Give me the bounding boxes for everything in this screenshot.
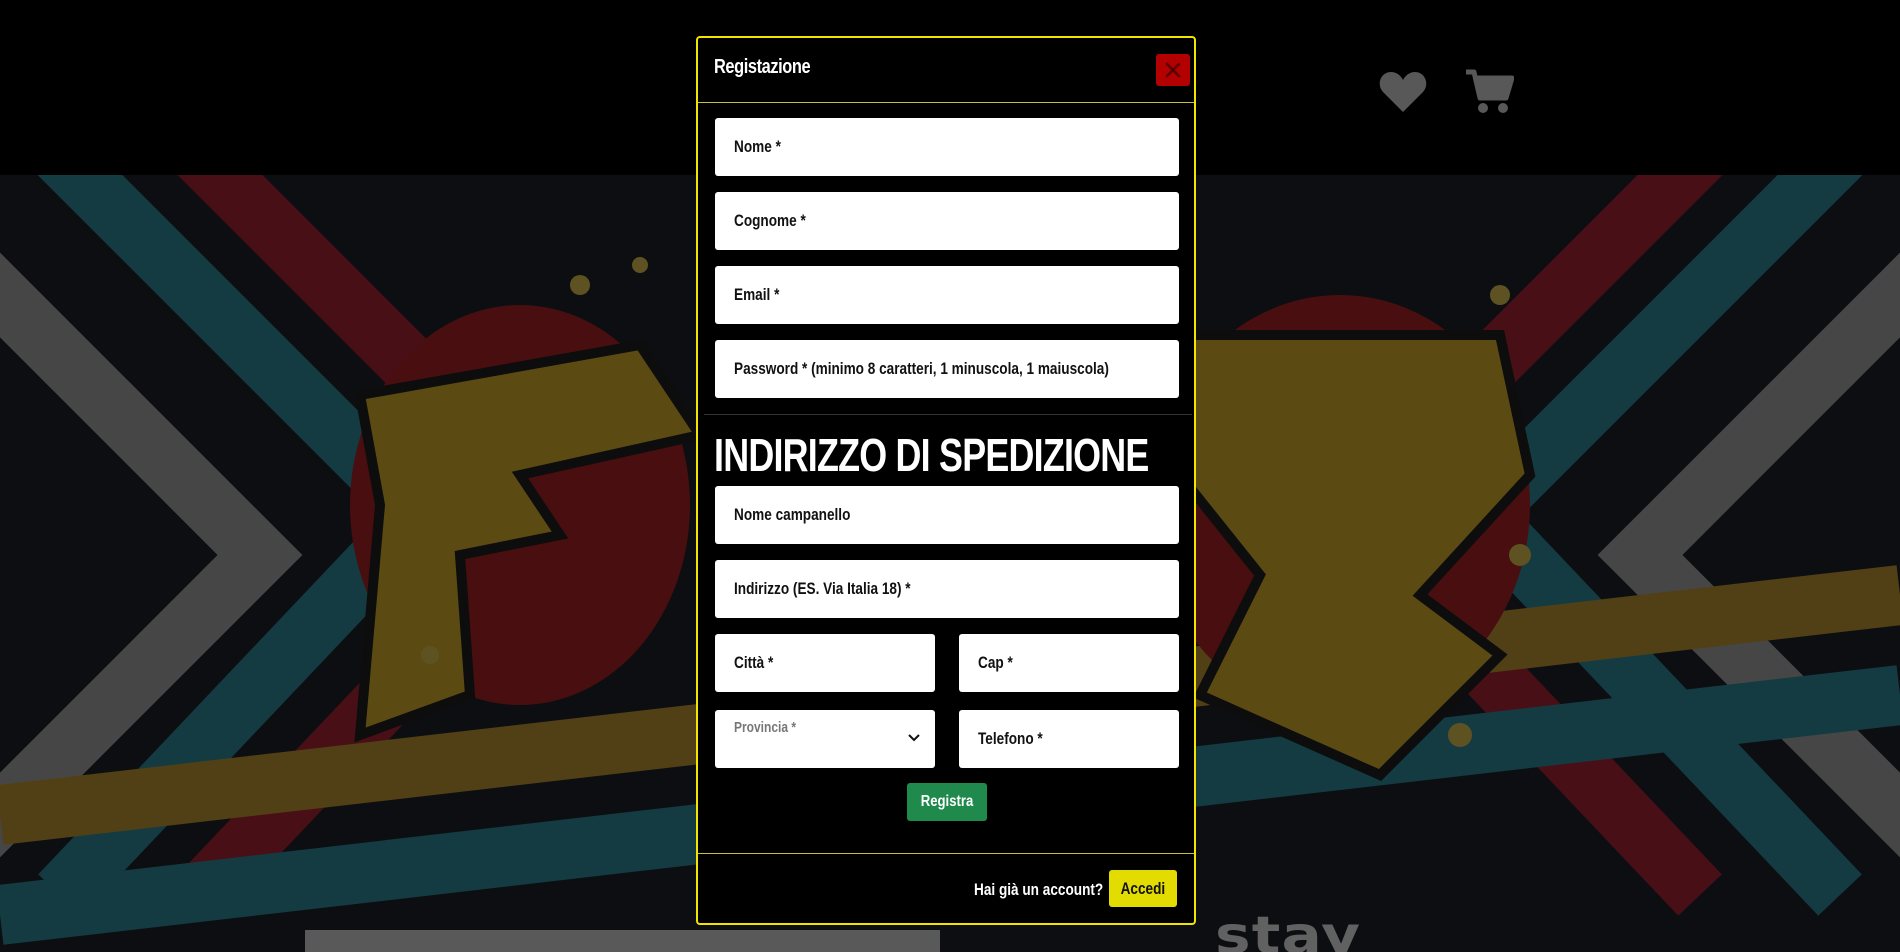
doorbell-name-field[interactable]: Nome campanello: [715, 486, 1179, 544]
phone-placeholder: Telefono *: [978, 729, 1043, 748]
phone-field[interactable]: Telefono *: [959, 710, 1179, 768]
login-button-label: Accedi: [1120, 878, 1166, 898]
province-label: Provincia *: [734, 719, 797, 736]
close-icon: [1165, 62, 1181, 78]
shipping-section-title: INDIRIZZO DI SPEDIZIONE: [714, 429, 1149, 481]
address-field[interactable]: Indirizzo (ES. Via Italia 18) *: [715, 560, 1179, 618]
doorbell-name-placeholder: Nome campanello: [734, 505, 851, 524]
register-button[interactable]: Registra: [907, 783, 987, 821]
section-divider: [704, 414, 1192, 415]
existing-account-text: Hai già un account?: [974, 880, 1104, 899]
password-placeholder: Password * (minimo 8 caratteri, 1 minusc…: [734, 359, 1109, 378]
city-placeholder: Città *: [734, 653, 774, 672]
page: stay Registazione Nome * Cognome * Email…: [0, 0, 1900, 952]
first-name-placeholder: Nome *: [734, 137, 781, 156]
chevron-down-icon: [908, 734, 920, 742]
register-button-label: Registra: [920, 793, 974, 810]
zip-placeholder: Cap *: [978, 653, 1013, 672]
first-name-field[interactable]: Nome *: [715, 118, 1179, 176]
last-name-field[interactable]: Cognome *: [715, 192, 1179, 250]
modal-title: Registazione: [714, 56, 811, 78]
email-placeholder: Email *: [734, 285, 780, 304]
registration-modal: Registazione Nome * Cognome * Email * Pa…: [696, 36, 1196, 925]
close-button[interactable]: [1156, 54, 1190, 86]
modal-header: Registazione: [698, 38, 1194, 103]
last-name-placeholder: Cognome *: [734, 211, 806, 230]
province-select[interactable]: Provincia *: [715, 710, 935, 768]
password-field[interactable]: Password * (minimo 8 caratteri, 1 minusc…: [715, 340, 1179, 398]
zip-field[interactable]: Cap *: [959, 634, 1179, 692]
city-field[interactable]: Città *: [715, 634, 935, 692]
address-placeholder: Indirizzo (ES. Via Italia 18) *: [734, 579, 911, 598]
modal-footer: Hai già un account? Accedi: [698, 853, 1194, 925]
login-button[interactable]: Accedi: [1109, 870, 1177, 907]
email-field[interactable]: Email *: [715, 266, 1179, 324]
